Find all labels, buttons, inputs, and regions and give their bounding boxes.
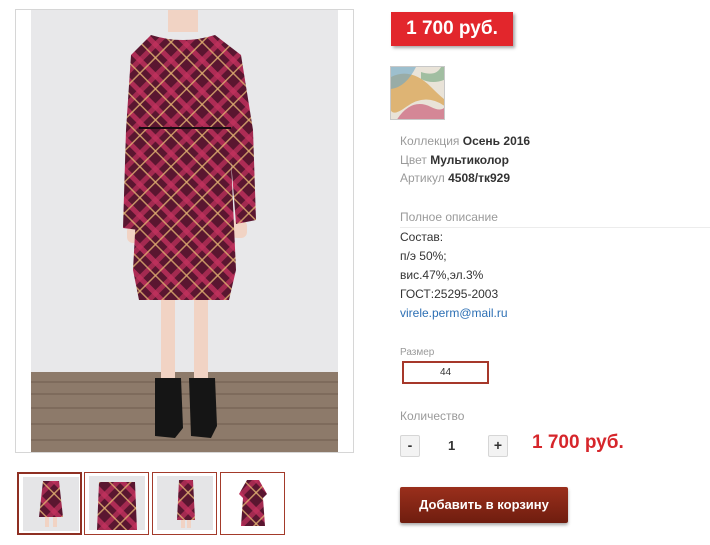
description-line: п/э 50%; [400, 249, 447, 263]
main-product-image[interactable] [15, 9, 354, 453]
thumbnail-2[interactable] [84, 472, 149, 535]
divider [400, 227, 710, 228]
dress-photo [31, 10, 338, 452]
color-swatch[interactable] [390, 66, 445, 120]
total-price: 1 700 руб. [532, 432, 624, 453]
thumbnail-1[interactable] [17, 472, 82, 535]
size-option-44[interactable]: 44 [402, 361, 489, 384]
quantity-decrement-button[interactable]: - [400, 435, 420, 457]
property-value: Мультиколор [430, 153, 509, 167]
thumbnail-image [89, 476, 145, 530]
property-collection: Коллекция Осень 2016 [400, 134, 530, 148]
price-badge: 1 700 руб. [391, 12, 513, 46]
property-value: 4508/тк929 [448, 171, 511, 185]
size-label: Размер [400, 347, 435, 358]
property-sku: Артикул 4508/тк929 [400, 171, 510, 185]
property-key: Коллекция [400, 134, 460, 148]
property-key: Артикул [400, 171, 445, 185]
quantity-value[interactable]: 1 [448, 438, 455, 453]
thumbnail-image [23, 477, 79, 531]
description-line: Состав: [400, 230, 444, 244]
description-title: Полное описание [400, 210, 498, 224]
thumbnail-image [157, 476, 213, 530]
property-color: Цвет Мультиколор [400, 153, 509, 167]
thumbnail-image [225, 476, 281, 530]
quantity-increment-button[interactable]: + [488, 435, 508, 457]
description-line: вис.47%,эл.3% [400, 268, 484, 282]
email-link[interactable]: virele.perm@mail.ru [400, 306, 508, 320]
add-to-cart-button[interactable]: Добавить в корзину [400, 487, 568, 523]
swatch-image [391, 67, 444, 119]
property-key: Цвет [400, 153, 427, 167]
thumbnail-4[interactable] [220, 472, 285, 535]
quantity-label: Количество [400, 409, 465, 423]
description-line: ГОСТ:25295-2003 [400, 287, 499, 301]
thumbnail-3[interactable] [152, 472, 217, 535]
property-value: Осень 2016 [462, 134, 531, 148]
